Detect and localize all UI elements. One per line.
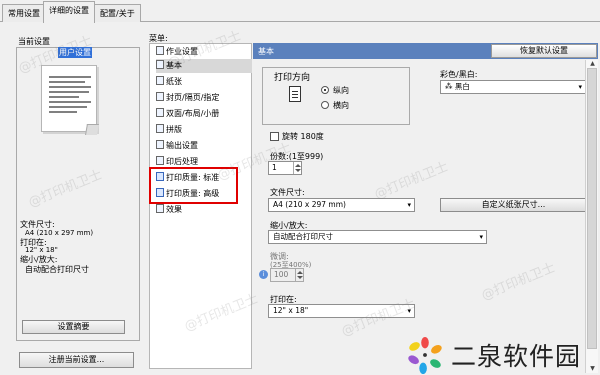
left-scale-value: 自动配合打印尺寸 — [25, 265, 89, 274]
color-mode-icon: ⁂ — [445, 82, 455, 91]
section-title: 基本 — [258, 47, 274, 56]
custom-paper-size-button[interactable]: 自定义纸张尺寸... — [440, 198, 587, 212]
tab-config-about[interactable]: 配置/关于 — [94, 4, 141, 22]
color-label: 彩色/黑白: — [440, 70, 478, 79]
copies-input[interactable]: 1 — [268, 161, 302, 175]
copies-stepper-icon[interactable] — [293, 162, 301, 174]
cover-pages-icon — [156, 92, 164, 101]
landscape-radio[interactable] — [321, 101, 329, 109]
portrait-label: 纵向 — [333, 86, 349, 95]
page-curl-icon — [85, 124, 99, 135]
menu-item-cover-pages[interactable]: 封页/隔页/指定 — [156, 91, 219, 105]
menu-item-label: 印后处理 — [166, 157, 198, 166]
menu-item-paper[interactable]: 纸张 — [156, 75, 182, 89]
menu-item-effects[interactable]: 效果 — [156, 203, 182, 217]
pinwheel-logo-icon — [408, 336, 442, 374]
portrait-radio[interactable] — [321, 86, 329, 94]
finishing-icon — [156, 156, 164, 165]
duplex-layout-icon — [156, 108, 164, 117]
register-settings-button[interactable]: 注册当前设置... — [19, 352, 134, 368]
settings-scrollbar[interactable]: ▲ ▼ — [585, 60, 598, 373]
paper-icon — [156, 76, 164, 85]
current-settings-title: 当前设置 — [18, 37, 50, 46]
restore-defaults-button[interactable]: 恢复默认设置 — [491, 44, 597, 58]
output-settings-icon — [156, 140, 164, 149]
scroll-up-icon[interactable]: ▲ — [586, 60, 599, 68]
menu-item-label: 封页/隔页/指定 — [166, 93, 220, 102]
left-file-size-value: A4 (210 x 297 mm) — [25, 229, 94, 237]
job-settings-icon — [156, 46, 164, 55]
file-size-value: A4 (210 x 297 mm) — [273, 200, 346, 209]
chevron-down-icon: ▾ — [578, 83, 582, 91]
portrait-page-icon — [289, 86, 301, 102]
brand-name: 二泉软件园 — [451, 342, 582, 371]
fine-tune-value: 100 — [274, 270, 289, 279]
menu-item-imposition[interactable]: 拼版 — [156, 123, 182, 137]
tab-detailed-settings[interactable]: 详细的设置 — [43, 1, 95, 24]
color-mode-value: 黑白 — [454, 82, 470, 91]
left-print-on-value: 12" x 18" — [25, 246, 58, 254]
color-mode-select[interactable]: ⁂ 黑白 ▾ — [440, 80, 586, 94]
menu-item-label: 拼版 — [166, 125, 182, 134]
imposition-icon — [156, 124, 164, 133]
orientation-title: 打印方向 — [274, 73, 311, 83]
menu-item-label: 纸张 — [166, 77, 182, 86]
print-on-value: 12" x 18" — [273, 306, 309, 315]
chevron-down-icon: ▾ — [479, 233, 483, 241]
scale-value: 自动配合打印尺寸 — [273, 232, 333, 241]
menu-item-output-settings[interactable]: 输出设置 — [156, 139, 198, 153]
menu-item-label: 双面/布局/小册 — [166, 109, 220, 118]
brand-watermark: 二泉软件园 — [405, 336, 593, 374]
file-size-select[interactable]: A4 (210 x 297 mm) ▾ — [268, 198, 415, 212]
copies-value: 1 — [272, 163, 277, 172]
info-icon: i — [259, 270, 268, 279]
landscape-label: 横向 — [333, 101, 349, 110]
fine-tune-stepper-icon — [295, 269, 303, 281]
chevron-down-icon: ▾ — [407, 201, 411, 209]
summary-button[interactable]: 设置摘要 — [22, 320, 125, 334]
basic-icon — [156, 60, 164, 69]
menu-item-label: 效果 — [166, 205, 182, 214]
page-preview — [41, 65, 97, 132]
menu-item-label: 输出设置 — [166, 141, 198, 150]
tab-bar: 常用设置 详细的设置 配置/关于 — [0, 0, 600, 24]
scale-select[interactable]: 自动配合打印尺寸 ▾ — [268, 230, 487, 244]
effects-icon — [156, 204, 164, 213]
scroll-thumb[interactable] — [587, 68, 597, 349]
fine-tune-input: 100 — [270, 268, 304, 282]
right-file-size-label: 文件尺寸: — [270, 188, 305, 197]
menu-item-duplex-layout[interactable]: 双面/布局/小册 — [156, 107, 219, 121]
tab-common-settings[interactable]: 常用设置 — [2, 4, 46, 22]
rotate-180-label: 旋转 180度 — [282, 132, 324, 141]
